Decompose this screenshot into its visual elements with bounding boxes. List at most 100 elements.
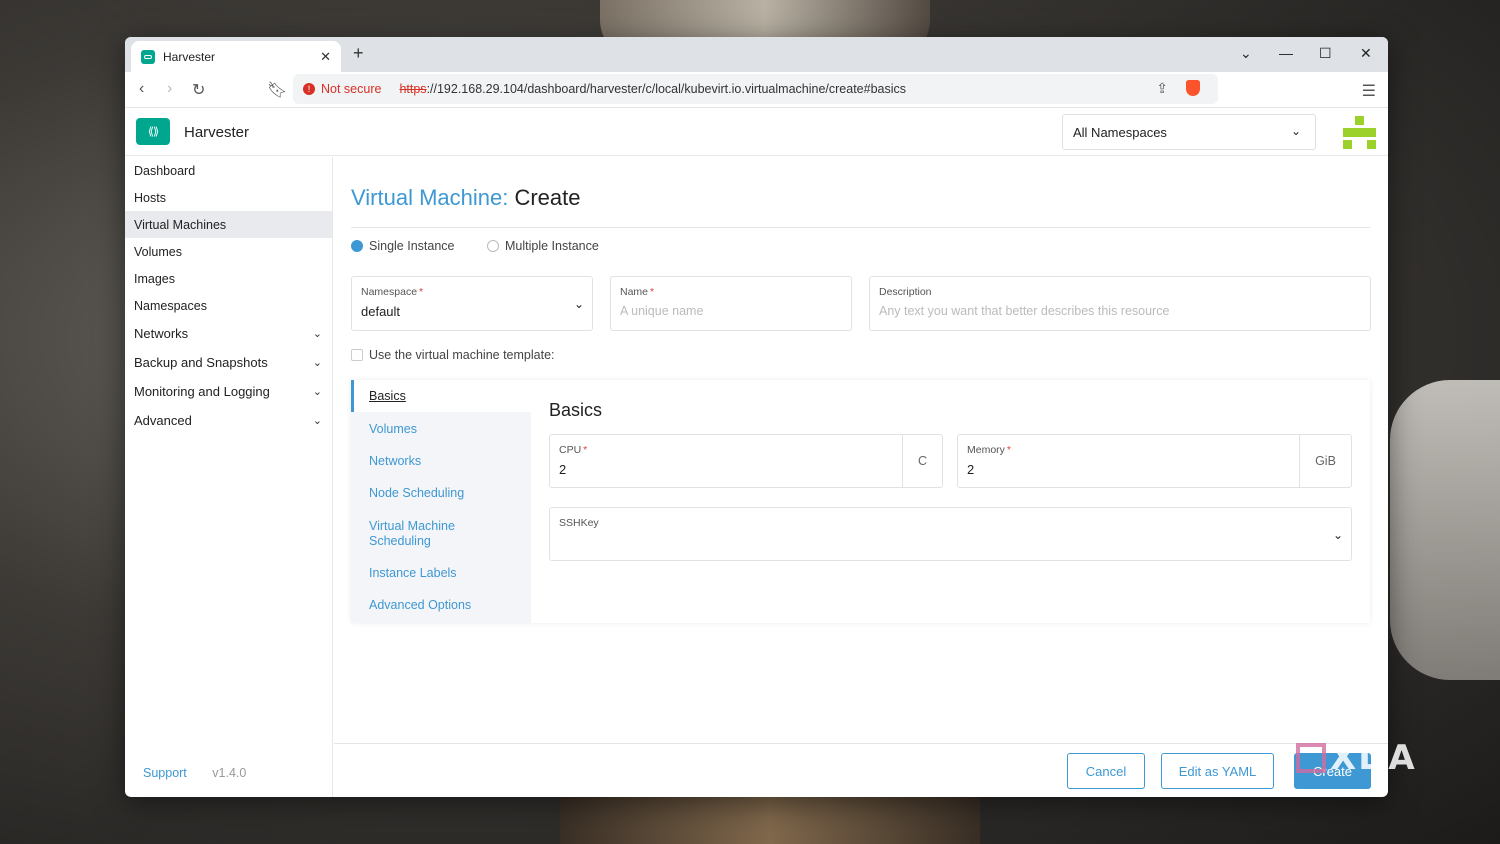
close-window-icon[interactable]: ✕ (1360, 45, 1372, 62)
description-label: Description (879, 286, 932, 298)
sidebar-group-monitoring[interactable]: Monitoring and Logging ⌄ (125, 377, 332, 406)
xda-watermark: XDA (1296, 738, 1417, 778)
sidebar-item-hosts[interactable]: Hosts (125, 184, 332, 211)
radio-unselected-icon (487, 240, 499, 252)
sidebar-group-label: Networks (134, 326, 189, 341)
new-tab-icon[interactable]: + (353, 43, 364, 64)
user-avatar[interactable] (1343, 116, 1376, 149)
required-mark: * (650, 286, 655, 298)
sidebar-group-label: Backup and Snapshots (134, 355, 268, 370)
browser-tab-title: Harvester (163, 49, 216, 64)
namespace-label: Namespace (361, 286, 418, 298)
chevron-down-icon: ⌄ (312, 357, 322, 369)
bookmark-icon[interactable]: 🔖︎ (267, 80, 287, 100)
sidebar-item-volumes[interactable]: Volumes (125, 238, 332, 265)
tab-basics[interactable]: Basics (351, 380, 531, 412)
required-mark: * (583, 444, 588, 456)
radio-single-instance[interactable]: Single Instance (351, 239, 454, 253)
namespace-filter-select[interactable]: All Namespaces ⌄ (1062, 114, 1316, 150)
chevron-down-icon: ⌄ (573, 297, 584, 311)
sidebar-item-dashboard[interactable]: Dashboard (125, 157, 332, 184)
edit-yaml-button[interactable]: Edit as YAML (1161, 753, 1274, 789)
sidebar: Dashboard Hosts Virtual Machines Volumes… (125, 157, 333, 797)
namespace-value: default (361, 304, 401, 319)
sidebar-item-namespaces[interactable]: Namespaces (125, 292, 332, 319)
memory-value: 2 (967, 462, 975, 477)
share-icon[interactable]: ⇪ (1156, 80, 1168, 97)
memory-label: Memory (967, 444, 1005, 456)
field-label: Namespace * (361, 286, 583, 298)
field-label: Name * (620, 286, 842, 298)
divider (351, 227, 1370, 228)
sidebar-group-networks[interactable]: Networks ⌄ (125, 319, 332, 348)
field-label: Memory * (967, 444, 1342, 456)
not-secure-icon: ! (303, 83, 315, 95)
brave-shield-icon[interactable] (1186, 80, 1200, 96)
chevron-down-icon: ⌄ (312, 328, 322, 340)
tab-networks[interactable]: Networks (351, 454, 531, 469)
sidebar-item-images[interactable]: Images (125, 265, 332, 292)
name-placeholder: A unique name (620, 304, 704, 318)
sidebar-group-label: Advanced (134, 413, 192, 428)
tab-node-scheduling[interactable]: Node Scheduling (351, 486, 531, 501)
tab-volumes[interactable]: Volumes (351, 422, 531, 437)
close-tab-icon[interactable]: ✕ (320, 49, 331, 65)
tab-search-chevron-icon[interactable]: ⌄ (1240, 45, 1252, 62)
forward-icon[interactable]: › (167, 80, 172, 98)
tab-vm-scheduling[interactable]: Virtual Machine Scheduling (351, 519, 471, 549)
radio-multiple-instance[interactable]: Multiple Instance (487, 239, 599, 253)
xda-logo-icon (1296, 743, 1326, 773)
radio-selected-icon (351, 240, 363, 252)
back-icon[interactable]: ‹ (139, 80, 144, 98)
vertical-tabs: Basics Volumes Networks Node Scheduling … (351, 380, 531, 623)
page-title: Virtual Machine: Create (351, 185, 581, 211)
chevron-down-icon: ⌄ (312, 386, 322, 398)
required-mark: * (1006, 444, 1012, 456)
cpu-unit: C (902, 435, 942, 487)
sshkey-select[interactable]: SSHKey ⌄ (549, 507, 1352, 561)
maximize-icon[interactable]: ☐ (1319, 45, 1332, 62)
cpu-field[interactable]: CPU * 2 C (549, 434, 943, 488)
tab-instance-labels[interactable]: Instance Labels (351, 566, 531, 581)
sidebar-group-advanced[interactable]: Advanced ⌄ (125, 406, 332, 435)
support-link[interactable]: Support (143, 766, 187, 780)
title-crumb-link[interactable]: Virtual Machine: (351, 185, 508, 210)
sidebar-group-backup[interactable]: Backup and Snapshots ⌄ (125, 348, 332, 377)
checkbox-icon (351, 349, 363, 361)
browser-menu-icon[interactable]: ☰ (1362, 81, 1376, 101)
browser-tab[interactable]: Harvester ✕ (131, 41, 341, 72)
cpu-value: 2 (559, 462, 567, 477)
memory-unit: GiB (1299, 435, 1351, 487)
url-text: ://192.168.29.104/dashboard/harvester/c/… (426, 82, 907, 96)
security-label[interactable]: Not secure (321, 82, 381, 96)
template-checkbox[interactable]: Use the virtual machine template: (351, 348, 555, 362)
tab-strip: Harvester ✕ + ⌄ — ☐ ✕ (125, 37, 1388, 72)
version-label[interactable]: v1.4.0 (212, 766, 246, 780)
action-footer: Cancel Edit as YAML Create (334, 743, 1388, 797)
address-bar[interactable]: ! Not secure https ://192.168.29.104/das… (293, 74, 1218, 104)
chevron-down-icon: ⌄ (1290, 124, 1301, 138)
app-title: Harvester (184, 124, 250, 141)
namespace-filter-value: All Namespaces (1073, 124, 1167, 140)
field-label: CPU * (559, 444, 933, 456)
browser-window: Harvester ✕ + ⌄ — ☐ ✕ ‹ › ↻ 🔖︎ ! Not sec… (125, 37, 1388, 797)
reload-icon[interactable]: ↻ (192, 80, 205, 100)
radio-label: Single Instance (369, 239, 455, 253)
tab-advanced-options[interactable]: Advanced Options (351, 598, 531, 613)
name-field[interactable]: Name * A unique name (610, 276, 852, 331)
sidebar-footer: Support v1.4.0 (143, 766, 246, 780)
namespace-select[interactable]: Namespace * default ⌄ (351, 276, 593, 331)
cancel-button[interactable]: Cancel (1067, 753, 1145, 789)
sidebar-item-virtual-machines[interactable]: Virtual Machines (125, 211, 332, 238)
title-action: Create (514, 185, 581, 210)
chevron-down-icon: ⌄ (312, 415, 322, 427)
minimize-icon[interactable]: — (1279, 45, 1293, 61)
memory-field[interactable]: Memory * 2 GiB (957, 434, 1352, 488)
harvester-logo-icon[interactable]: ⟪⟫ (136, 118, 170, 145)
harvester-favicon-icon (141, 49, 155, 64)
vm-config-panel: Basics Volumes Networks Node Scheduling … (351, 380, 1370, 623)
description-field[interactable]: Description Any text you want that bette… (869, 276, 1371, 331)
watermark-text: XDA (1330, 738, 1417, 778)
radio-label: Multiple Instance (505, 239, 599, 253)
background-figure-right (1390, 380, 1500, 680)
